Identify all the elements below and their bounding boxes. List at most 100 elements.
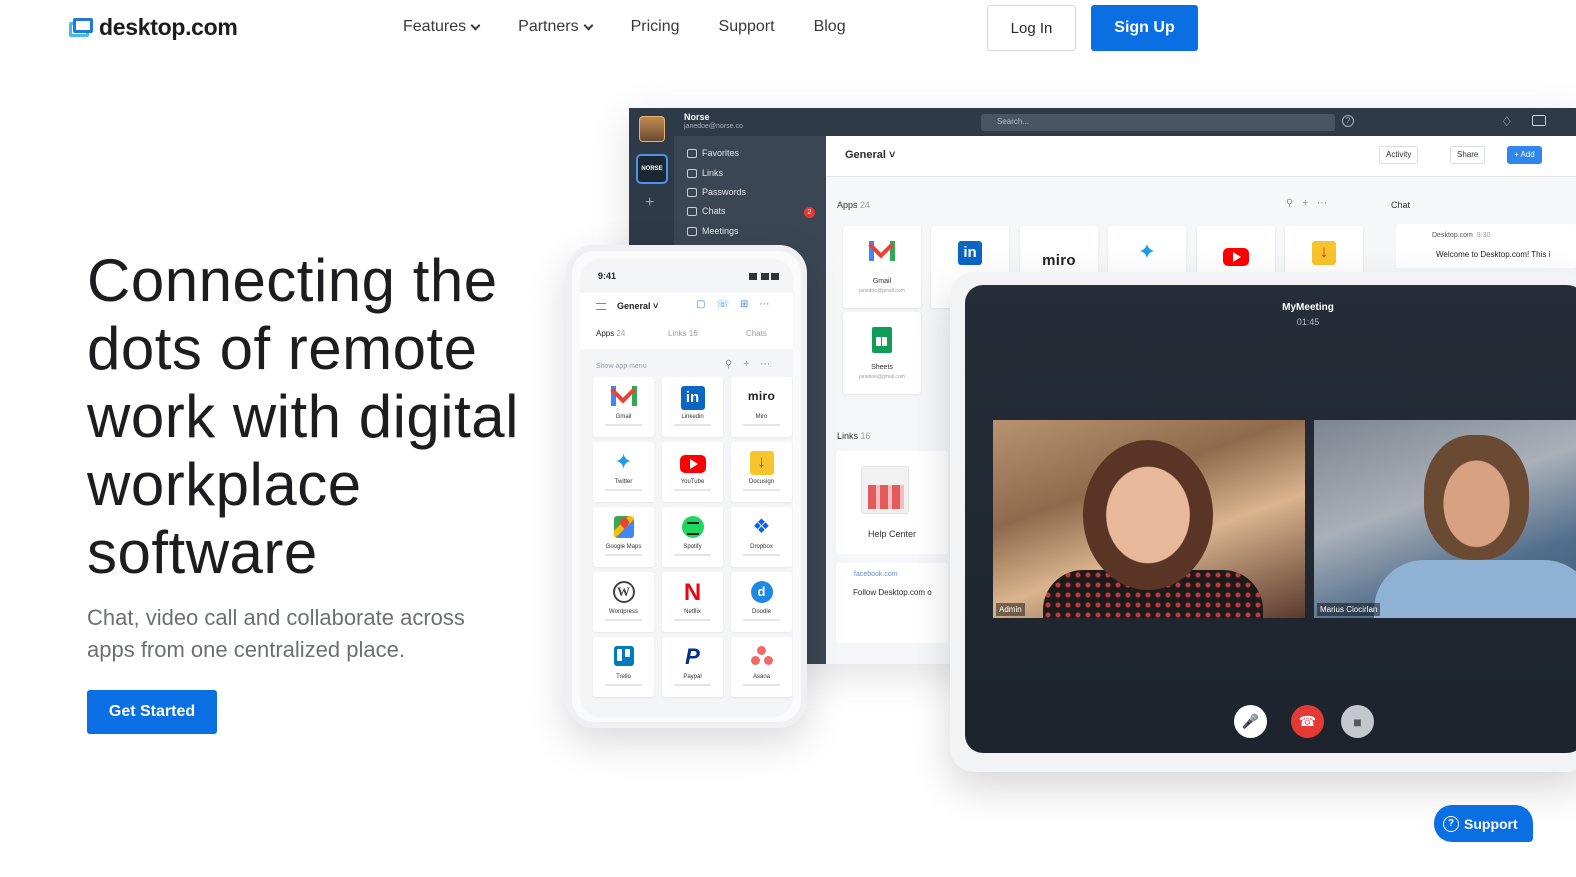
phone-time: 9:41 xyxy=(598,271,617,281)
app-subtext xyxy=(743,554,780,556)
nav-pricing[interactable]: Pricing xyxy=(631,18,680,36)
phone-screen: 9:41 General ˅ ▢☏⊞⋯ Apps 24 Links 16 Cha… xyxy=(580,259,793,717)
chat-sender-name: Desktop.com xyxy=(1432,232,1473,239)
app-subtext xyxy=(674,684,711,686)
add-button: + Add xyxy=(1507,146,1542,164)
top-nav: desktop.com Features Partners Pricing Su… xyxy=(0,0,1576,56)
miro-icon: miro xyxy=(747,389,776,403)
asana-icon xyxy=(751,646,773,666)
paypal-icon-wrap: P xyxy=(685,646,700,668)
gmail-icon xyxy=(610,386,637,406)
nav-support[interactable]: Support xyxy=(719,18,775,36)
avatar xyxy=(639,116,665,142)
support-chat-button[interactable]: ? Support xyxy=(1434,805,1533,842)
main-menu: Features Partners Pricing Support Blog xyxy=(403,18,885,36)
link-card-facebook: facebook.com Follow Desktop.com o xyxy=(836,563,948,643)
app-subtext xyxy=(674,619,711,621)
phone-app-gmail: Gmail xyxy=(593,377,654,437)
help-icon: ? xyxy=(1342,115,1354,127)
app-card-sheets: Sheets janedoe@gmail.com xyxy=(843,312,921,394)
phone-tab-links: Links 16 xyxy=(668,329,698,338)
phone-app-miro: miro Miro xyxy=(731,377,792,437)
participant-name: Admin xyxy=(996,603,1025,616)
sidebar-label: Chats xyxy=(702,206,726,216)
participant-face xyxy=(1424,435,1529,560)
hero-subtitle: Chat, video call and collaborate across … xyxy=(87,605,465,662)
meeting-timer: 01:45 xyxy=(1296,317,1320,327)
get-started-button[interactable]: Get Started xyxy=(87,690,217,734)
app-subtext xyxy=(605,619,642,621)
sidebar-label: Favorites xyxy=(702,148,740,158)
sidebar-item-meetings: Meetings xyxy=(687,226,739,236)
twitter-icon: ✦ xyxy=(1137,239,1157,264)
phone-channel-label: General xyxy=(617,301,651,311)
apps-toolbar-icons: ⚲+⋯ xyxy=(1286,198,1337,209)
app-email: janedoe@gmail.com xyxy=(859,288,905,294)
app-name: Asana xyxy=(752,674,770,680)
sidebar-item-favorites: Favorites xyxy=(687,148,739,158)
app-name: Gmail xyxy=(615,414,632,420)
paypal-icon: P xyxy=(685,644,700,669)
end-call-icon: ☎ xyxy=(1291,705,1324,738)
login-button[interactable]: Log In xyxy=(987,5,1076,51)
apps-section-label: Apps 24 xyxy=(837,200,870,210)
app-name: Paypal xyxy=(683,674,702,680)
chat-time: 9:30 xyxy=(1476,232,1491,239)
chat-message-card: Desktop.com 9:30 Welcome to Desktop.com!… xyxy=(1396,224,1576,268)
phone-app-google-maps: Google Maps xyxy=(593,507,654,567)
chat-section-label: Chat xyxy=(1391,200,1411,210)
app-subtext xyxy=(605,489,642,491)
app-subtext xyxy=(674,489,711,491)
help-center-thumbnail xyxy=(861,466,909,514)
tab-count: 24 xyxy=(616,329,626,338)
trello-icon xyxy=(613,646,634,666)
brand-logo[interactable]: desktop.com xyxy=(69,14,238,41)
nav-blog[interactable]: Blog xyxy=(814,18,846,36)
dropbox-icon-wrap: ❖ xyxy=(753,516,771,538)
user-email: janedoe@norse.co xyxy=(684,123,743,130)
phone-app-trello: Trello xyxy=(593,637,654,697)
app-name: Miro xyxy=(755,414,768,420)
phone-tab-chats: Chats xyxy=(746,329,767,338)
app-email: janedoe@gmail.com xyxy=(859,374,905,380)
signup-button[interactable]: Sign Up xyxy=(1091,5,1198,51)
twitter-icon: ✦ xyxy=(614,449,633,474)
phone-tab-apps: Apps 24 xyxy=(596,329,625,338)
signal-wifi-battery-icon xyxy=(749,273,779,280)
app-subtext xyxy=(674,554,711,556)
link-icon xyxy=(687,168,697,178)
participant-video-admin: Admin xyxy=(993,420,1305,618)
links-label-text: Links xyxy=(837,431,859,441)
sheets-icon xyxy=(872,327,892,353)
chevron-down-icon xyxy=(470,20,481,30)
sidebar-item-passwords: Passwords xyxy=(687,187,746,197)
link-card-help-center: Help Center xyxy=(836,451,948,554)
phone-header-icons: ▢☏⊞⋯ xyxy=(696,299,781,310)
gmail-icon-wrap xyxy=(869,241,895,261)
nav-features[interactable]: Features xyxy=(403,18,481,36)
calendar-icon xyxy=(687,226,697,236)
support-label: Support xyxy=(1464,815,1518,832)
phone-app-asana: Asana xyxy=(731,637,792,697)
link-title: Follow Desktop.com o xyxy=(853,588,932,597)
menu-icon xyxy=(596,303,606,310)
shield-icon xyxy=(687,187,697,197)
participant-figure xyxy=(1374,560,1576,618)
spotify-icon xyxy=(681,516,704,538)
youtube-icon xyxy=(679,455,706,473)
linkedin-icon-wrap: in xyxy=(680,386,705,410)
participant-face xyxy=(1083,440,1213,590)
dropbox-icon: ❖ xyxy=(752,516,771,538)
sidebar-label: Passwords xyxy=(702,187,747,197)
trello-icon-wrap xyxy=(613,646,634,666)
nav-partners-label: Partners xyxy=(518,18,579,35)
app-subtext xyxy=(743,684,780,686)
channel-name: General ˅ xyxy=(845,149,896,161)
gmail-icon-wrap xyxy=(610,386,637,406)
nav-partners[interactable]: Partners xyxy=(518,18,594,36)
miro-icon-wrap: miro xyxy=(748,389,775,403)
youtube-icon-wrap xyxy=(1223,248,1249,266)
microphone-icon: 🎤 xyxy=(1234,705,1267,738)
phone-app-paypal: P Paypal xyxy=(662,637,723,697)
meeting-title: MyMeeting xyxy=(1282,302,1334,313)
